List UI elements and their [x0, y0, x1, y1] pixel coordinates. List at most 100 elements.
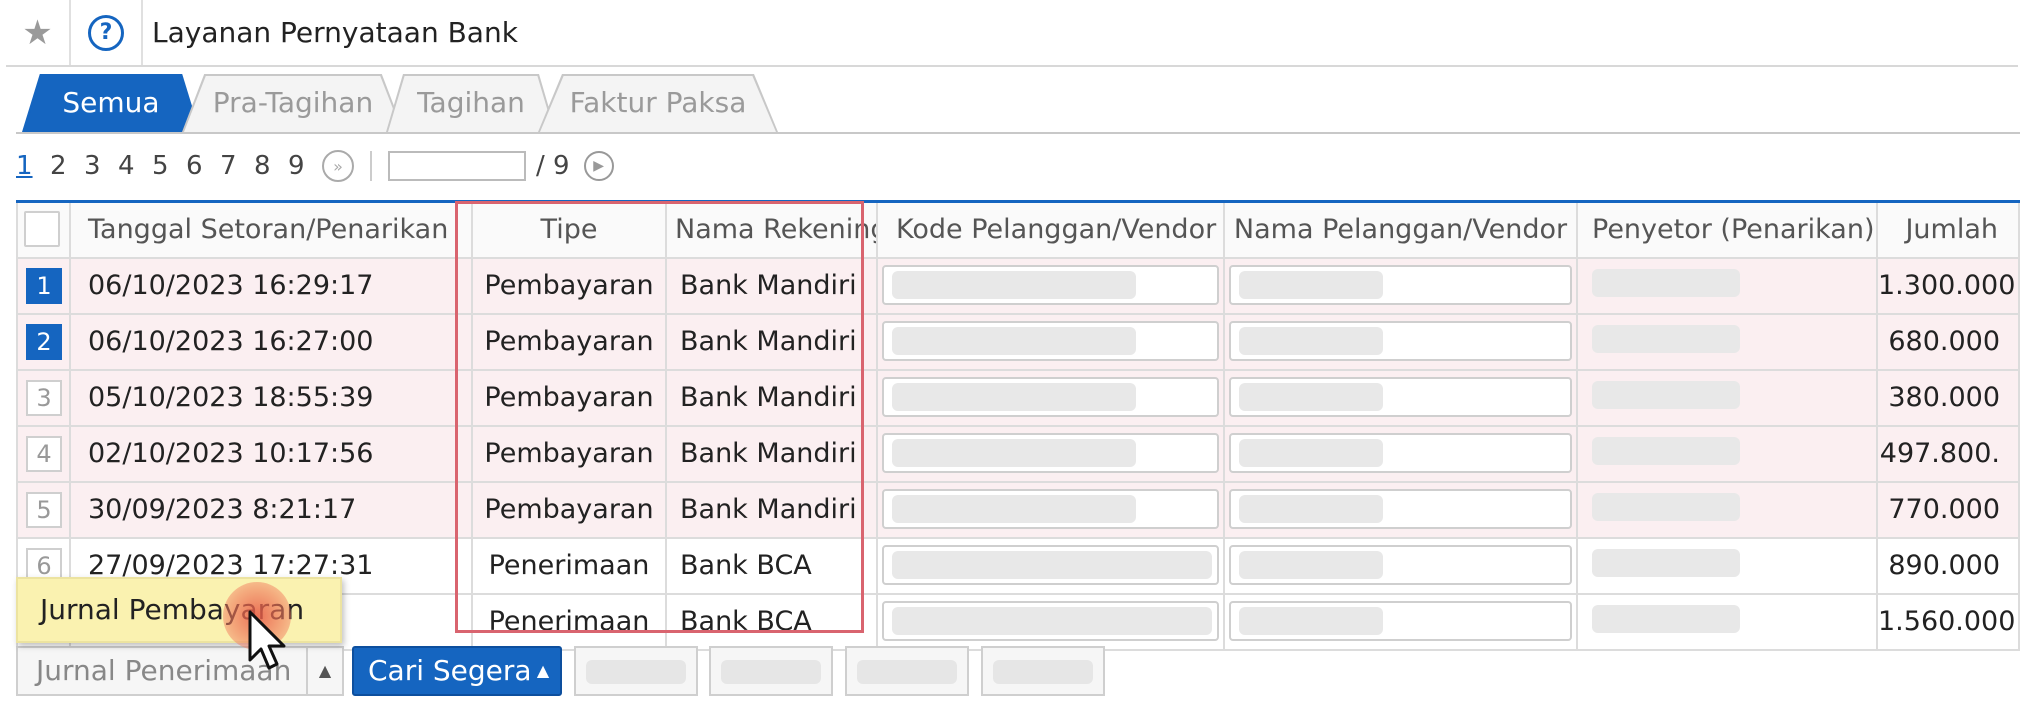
tab-label: Tagihan — [417, 86, 525, 119]
redacted-placeholder — [892, 607, 1212, 635]
col-header-partner-code[interactable]: Kode Pelanggan/Vendor — [878, 203, 1225, 257]
redacted-placeholder — [1239, 327, 1383, 355]
page-link-9[interactable]: 9 — [288, 151, 322, 181]
partner-code-cell — [878, 315, 1225, 369]
page-link-3[interactable]: 3 — [84, 151, 118, 181]
type-cell: Pembayaran — [473, 427, 667, 481]
partner-code-field[interactable] — [882, 321, 1219, 361]
redacted-placeholder — [1592, 549, 1740, 577]
amount-cell: 1.560.000 — [1878, 595, 2020, 649]
toolbar-button-redacted-3[interactable] — [845, 646, 969, 696]
page-link-4[interactable]: 4 — [118, 151, 152, 181]
col-header-date[interactable]: Tanggal Setoran/Penarikan — [71, 203, 473, 257]
table-row[interactable]: 3 05/10/2023 18:55:39 Pembayaran Bank Ma… — [16, 371, 2020, 427]
redacted-placeholder — [721, 660, 821, 684]
partner-name-field[interactable] — [1229, 377, 1572, 417]
row-number[interactable]: 4 — [26, 436, 62, 472]
redacted-placeholder — [586, 660, 686, 684]
partner-code-field[interactable] — [882, 377, 1219, 417]
partner-name-field[interactable] — [1229, 545, 1572, 585]
page-link-7[interactable]: 7 — [220, 151, 254, 181]
select-all-checkbox[interactable] — [24, 211, 60, 247]
type-cell: Penerimaan — [473, 595, 667, 649]
account-cell: Bank BCA — [667, 539, 878, 593]
partner-name-field[interactable] — [1229, 321, 1572, 361]
partner-name-field[interactable] — [1229, 433, 1572, 473]
redacted-placeholder — [993, 660, 1093, 684]
amount-cell: 497.800. — [1878, 427, 2020, 481]
help-button[interactable]: ? — [71, 0, 143, 65]
depositor-cell — [1578, 259, 1878, 313]
toolbar-button-redacted-4[interactable] — [981, 646, 1105, 696]
table-row[interactable]: 5 30/09/2023 8:21:17 Pembayaran Bank Man… — [16, 483, 2020, 539]
redacted-placeholder — [1239, 271, 1383, 299]
row-number[interactable]: 3 — [26, 380, 62, 416]
redacted-placeholder — [1592, 605, 1740, 633]
page-link-8[interactable]: 8 — [254, 151, 288, 181]
col-header-partner-name[interactable]: Nama Pelanggan/Vendor — [1225, 203, 1578, 257]
page-link-2[interactable]: 2 — [50, 151, 84, 181]
redacted-placeholder — [1592, 493, 1740, 521]
row-number[interactable]: 2 — [26, 324, 62, 360]
depositor-cell — [1578, 539, 1878, 593]
page-link-5[interactable]: 5 — [152, 151, 186, 181]
col-header-type[interactable]: Tipe — [473, 203, 667, 257]
col-header-depositor[interactable]: Penyetor (Penarikan) — [1578, 203, 1878, 257]
tab-label: Semua — [62, 86, 160, 119]
partner-name-field[interactable] — [1229, 601, 1572, 641]
redacted-placeholder — [1239, 495, 1383, 523]
partner-code-field[interactable] — [882, 265, 1219, 305]
partner-name-cell — [1225, 259, 1578, 313]
page-number-input[interactable] — [388, 151, 526, 181]
col-header-amount[interactable]: Jumlah — [1878, 203, 2020, 257]
toolbar-button-redacted-2[interactable] — [709, 646, 833, 696]
redacted-placeholder — [857, 660, 957, 684]
row-number-cell: 5 — [16, 483, 71, 537]
account-cell: Bank Mandiri — [667, 259, 878, 313]
redacted-placeholder — [1592, 325, 1740, 353]
tab-faktur-paksa[interactable]: Faktur Paksa — [538, 74, 778, 132]
receipt-journal-dropdown[interactable]: ▲ — [306, 646, 344, 696]
quick-search-button[interactable]: Cari Segera ▲ — [352, 646, 562, 696]
payment-journal-menu-item[interactable]: Jurnal Pembayaran — [16, 577, 342, 643]
redacted-placeholder — [1592, 381, 1740, 409]
amount-cell: 890.000 — [1878, 539, 2020, 593]
row-number-cell: 1 — [16, 259, 71, 313]
redacted-placeholder — [1239, 607, 1383, 635]
partner-name-field[interactable] — [1229, 489, 1572, 529]
type-cell: Pembayaran — [473, 483, 667, 537]
account-cell: Bank BCA — [667, 595, 878, 649]
partner-name-field[interactable] — [1229, 265, 1572, 305]
redacted-placeholder — [1239, 551, 1383, 579]
amount-cell: 1.300.000 — [1878, 259, 2020, 313]
tab-semua[interactable]: Semua — [22, 74, 200, 132]
col-header-account-name[interactable]: Nama Rekening — [667, 203, 878, 257]
row-number[interactable]: 5 — [26, 492, 62, 528]
partner-code-field[interactable] — [882, 545, 1219, 585]
table-row[interactable]: 2 06/10/2023 16:27:00 Pembayaran Bank Ma… — [16, 315, 2020, 371]
page-total: / 9 — [536, 151, 570, 181]
redacted-placeholder — [892, 271, 1136, 299]
partner-code-cell — [878, 371, 1225, 425]
partner-code-field[interactable] — [882, 601, 1219, 641]
table-row[interactable]: 1 06/10/2023 16:29:17 Pembayaran Bank Ma… — [16, 259, 2020, 315]
partner-code-field[interactable] — [882, 433, 1219, 473]
page-link-1[interactable]: 1 — [16, 151, 50, 181]
date-cell: 06/10/2023 16:29:17 — [71, 259, 473, 313]
depositor-cell — [1578, 371, 1878, 425]
fast-forward-icon[interactable]: » — [322, 150, 354, 182]
row-number[interactable]: 1 — [26, 268, 62, 304]
partner-code-field[interactable] — [882, 489, 1219, 529]
go-page-icon[interactable]: ▶ — [583, 151, 614, 181]
tab-tagihan[interactable]: Tagihan — [386, 74, 556, 132]
pagination: 1 2 3 4 5 6 7 8 9 » / 9 ▶ — [16, 148, 614, 184]
depositor-cell — [1578, 483, 1878, 537]
page-link-6[interactable]: 6 — [186, 151, 220, 181]
type-cell: Penerimaan — [473, 539, 667, 593]
depositor-cell — [1578, 315, 1878, 369]
table-row[interactable]: 4 02/10/2023 10:17:56 Pembayaran Bank Ma… — [16, 427, 2020, 483]
date-cell: 02/10/2023 10:17:56 — [71, 427, 473, 481]
favorite-star-icon[interactable]: ★ — [6, 0, 71, 65]
toolbar-button-redacted-1[interactable] — [574, 646, 698, 696]
tab-pra-tagihan[interactable]: Pra-Tagihan — [182, 74, 404, 132]
